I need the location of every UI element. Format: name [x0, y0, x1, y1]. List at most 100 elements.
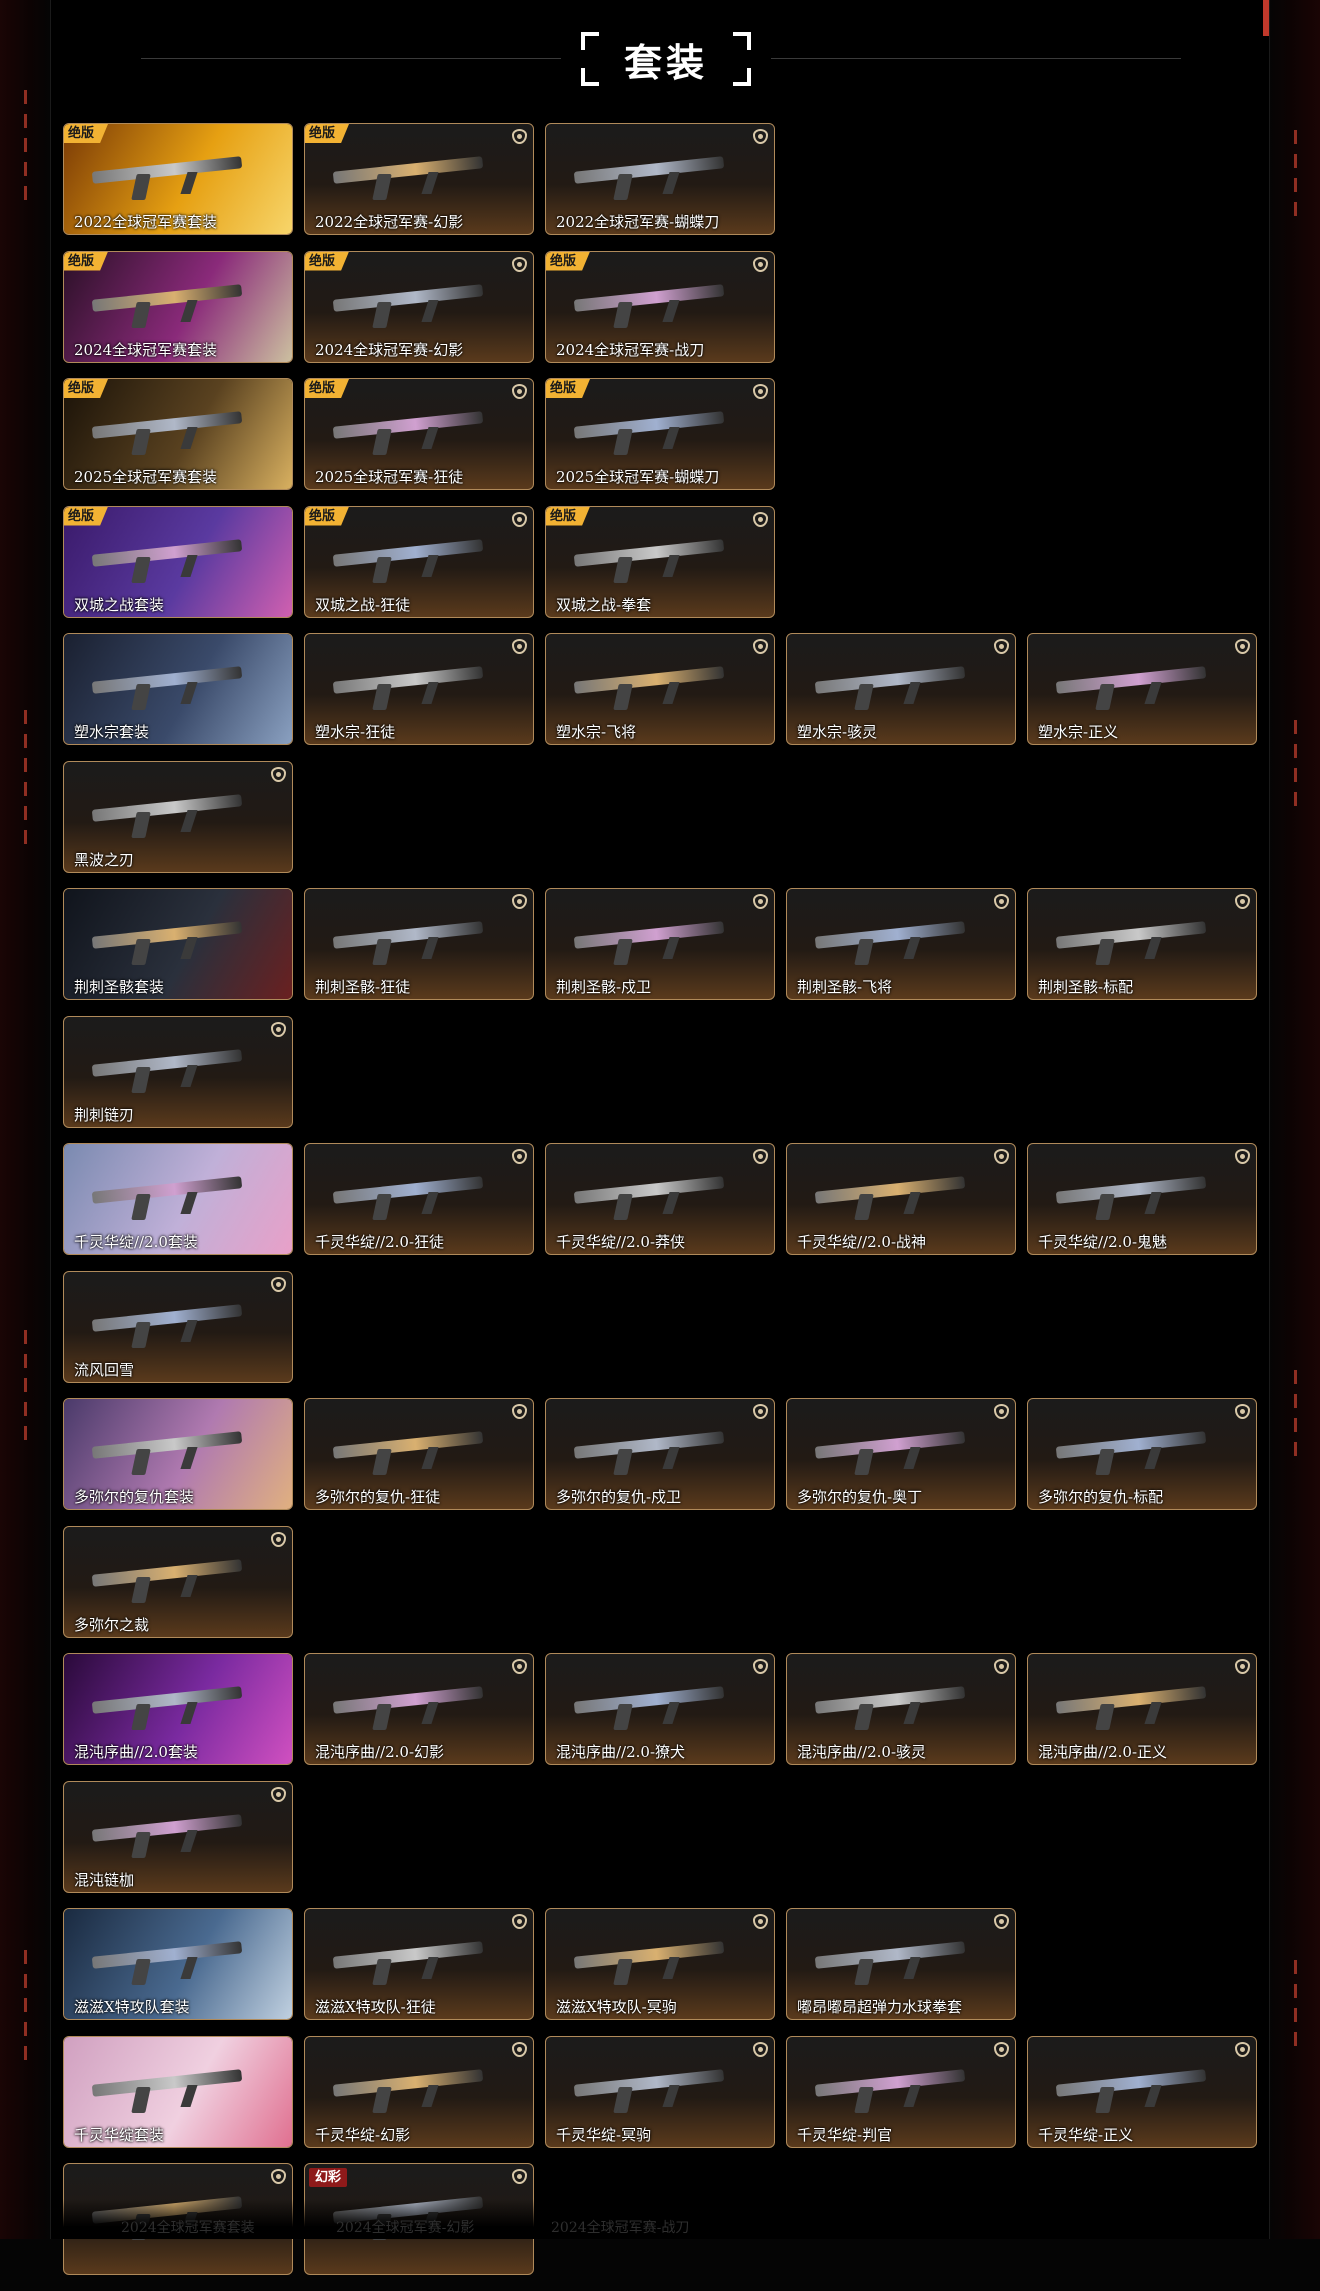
skin-name: 混沌链枷: [74, 1870, 135, 1889]
left-dash-marks: [24, 90, 28, 210]
skin-name: 双城之战-狂徒: [315, 595, 411, 614]
skin-card[interactable]: 荆刺圣骸-飞将: [786, 888, 1016, 1000]
skin-card[interactable]: 多弥尔的复仇-奥丁: [786, 1398, 1016, 1510]
tier-icon: [512, 2041, 527, 2057]
skin-name: 滋滋X特攻队套装: [74, 1998, 190, 2016]
skin-card[interactable]: 黑波之刃: [63, 760, 293, 873]
weapon-magazine: [180, 682, 198, 704]
skin-card[interactable]: 滋滋X特攻队-冥驹: [545, 1908, 775, 2020]
skin-name: 双城之战-拳套: [556, 595, 652, 614]
skin-card[interactable]: 混沌序曲//2.0-骇灵: [786, 1653, 1016, 1765]
bundle-card[interactable]: 荆刺圣骸套装: [63, 888, 293, 1000]
skin-name: 千灵华绽//2.0套装: [74, 1233, 198, 1251]
weapon-magazine: [421, 427, 439, 449]
weapon-image: [814, 1686, 966, 1714]
skin-card[interactable]: 塑水宗-骇灵: [786, 633, 1016, 745]
weapon-image: [573, 2068, 725, 2097]
weapon-magazine: [180, 554, 198, 577]
weapon-magazine: [180, 2084, 198, 2107]
tier-icon: [271, 1786, 286, 1802]
weapon-image: [91, 411, 243, 439]
skin-card[interactable]: 千灵华绽-冥驹: [545, 2035, 775, 2148]
skin-card[interactable]: 绝版 2024全球冠军赛-幻影: [304, 250, 534, 363]
weapon-image: [1055, 1431, 1207, 1459]
skin-card[interactable]: 千灵华绽//2.0-战神: [786, 1143, 1016, 1255]
tier-icon: [512, 256, 527, 272]
weapon-image: [91, 793, 243, 822]
skin-name: 混沌序曲//2.0-骇灵: [797, 1743, 927, 1761]
bundle-card[interactable]: 绝版 双城之战套装: [63, 505, 293, 618]
skin-card[interactable]: 千灵华绽-幻影: [304, 2035, 534, 2148]
bundle-card[interactable]: 千灵华绽//2.0套装: [63, 1143, 293, 1255]
skin-card[interactable]: 绝版 2025全球冠军赛-狂徒: [304, 378, 534, 490]
skin-card[interactable]: 多弥尔的复仇-标配: [1027, 1398, 1257, 1510]
skin-card[interactable]: 绝版 2024全球冠军赛-战刀: [545, 250, 775, 363]
skin-name: 塑水宗-正义: [1038, 723, 1119, 741]
skin-card[interactable]: 千灵华绽//2.0-鬼魅: [1027, 1143, 1257, 1255]
skin-card[interactable]: 绝版 双城之战-拳套: [545, 505, 775, 618]
bundle-card[interactable]: 混沌序曲//2.0套装: [63, 1653, 293, 1765]
bundle-card[interactable]: 绝版 2025全球冠军赛套装: [63, 378, 293, 490]
weapon-image: [573, 1686, 725, 1714]
skin-card[interactable]: 塑水宗-飞将: [545, 633, 775, 745]
grid-row: 多弥尔之裁: [63, 1525, 1263, 1654]
weapon-magazine: [903, 1702, 921, 1724]
skin-card[interactable]: 2022全球冠军赛-蝴蝶刀: [545, 123, 775, 235]
skin-card[interactable]: 混沌序曲//2.0-獠犬: [545, 1653, 775, 1765]
skin-card[interactable]: 绝版 双城之战-狂徒: [304, 505, 534, 618]
variant-badge: 幻彩: [309, 2168, 348, 2187]
skin-card[interactable]: 千灵华绽-判官: [786, 2035, 1016, 2148]
skin-card[interactable]: 荆刺圣骸-戍卫: [545, 888, 775, 1000]
bundle-card[interactable]: 滋滋X特攻队套装: [63, 1908, 293, 2020]
weapon-magazine: [662, 427, 680, 449]
weapon-image: [91, 1431, 243, 1459]
page-title: 套装: [623, 40, 708, 85]
weapon-image: [814, 666, 966, 694]
weapon-magazine: [180, 1702, 198, 1724]
bundle-card[interactable]: 多弥尔的复仇套装: [63, 1398, 293, 1510]
skin-name: 千灵华绽-冥驹: [556, 2125, 652, 2144]
skin-card[interactable]: 流风回雪: [63, 1270, 293, 1383]
weapon-image: [814, 2068, 966, 2097]
grid-row: 流风回雪: [63, 1270, 1263, 1399]
tier-icon: [271, 1276, 286, 1292]
skin-card[interactable]: 混沌序曲//2.0-幻影: [304, 1653, 534, 1765]
weapon-image: [814, 1941, 966, 1969]
skin-card[interactable]: 塑水宗-正义: [1027, 633, 1257, 745]
skin-card[interactable]: 混沌链枷: [63, 1780, 293, 1893]
weapon-magazine: [903, 2084, 921, 2107]
skin-card[interactable]: 荆刺圣骸-狂徒: [304, 888, 534, 1000]
skin-name: 多弥尔的复仇套装: [74, 1488, 195, 1506]
tier-icon: [271, 1021, 286, 1037]
skin-card[interactable]: 绝版 2025全球冠军赛-蝴蝶刀: [545, 378, 775, 490]
skin-name: 塑水宗套装: [74, 723, 150, 741]
skin-name: 多弥尔之裁: [74, 1615, 150, 1634]
skin-card[interactable]: 千灵华绽-正义: [1027, 2035, 1257, 2148]
skin-card[interactable]: 多弥尔之裁: [63, 1525, 293, 1638]
skin-card[interactable]: 荆刺链刃: [63, 1015, 293, 1128]
skin-name: 荆刺圣骸-戍卫: [556, 978, 652, 996]
grid-row: 绝版 2024全球冠军赛套装 绝版 2024全球冠军赛-幻影 绝版 2024全球冠军赛-战…: [63, 250, 1263, 379]
tier-icon: [753, 256, 768, 272]
skin-card[interactable]: 荆刺圣骸-标配: [1027, 888, 1257, 1000]
skin-card[interactable]: 绝版 2022全球冠军赛-幻影: [304, 123, 534, 235]
weapon-magazine: [180, 1829, 198, 1852]
bundle-card[interactable]: 绝版 2024全球冠军赛套装: [63, 250, 293, 363]
skin-card[interactable]: 嘟昂嘟昂超弹力水球拳套: [786, 1908, 1016, 2020]
bundle-card[interactable]: 千灵华绽套装: [63, 2035, 293, 2148]
skin-card[interactable]: 千灵华绽//2.0-莽侠: [545, 1143, 775, 1255]
weapon-magazine: [421, 299, 439, 322]
bundle-card[interactable]: 塑水宗套装: [63, 633, 293, 745]
skin-card[interactable]: 混沌序曲//2.0-正义: [1027, 1653, 1257, 1765]
skin-card[interactable]: 滋滋X特攻队-狂徒: [304, 1908, 534, 2020]
weapon-image: [573, 411, 725, 439]
bundle-card[interactable]: 绝版 2022全球冠军赛套装: [63, 123, 293, 235]
skin-card[interactable]: 塑水宗-狂徒: [304, 633, 534, 745]
grid-row: 千灵华绽//2.0套装 千灵华绽//2.0-狂徒 千灵华绽//2.0-莽侠 千灵华绽/…: [63, 1143, 1263, 1271]
weapon-magazine: [662, 554, 680, 577]
skin-card[interactable]: 千灵华绽//2.0-狂徒: [304, 1143, 534, 1255]
skin-card[interactable]: 多弥尔的复仇-戍卫: [545, 1398, 775, 1510]
skin-card[interactable]: 多弥尔的复仇-狂徒: [304, 1398, 534, 1510]
weapon-image: [91, 1303, 243, 1332]
skin-name: 荆刺圣骸-标配: [1038, 978, 1134, 996]
